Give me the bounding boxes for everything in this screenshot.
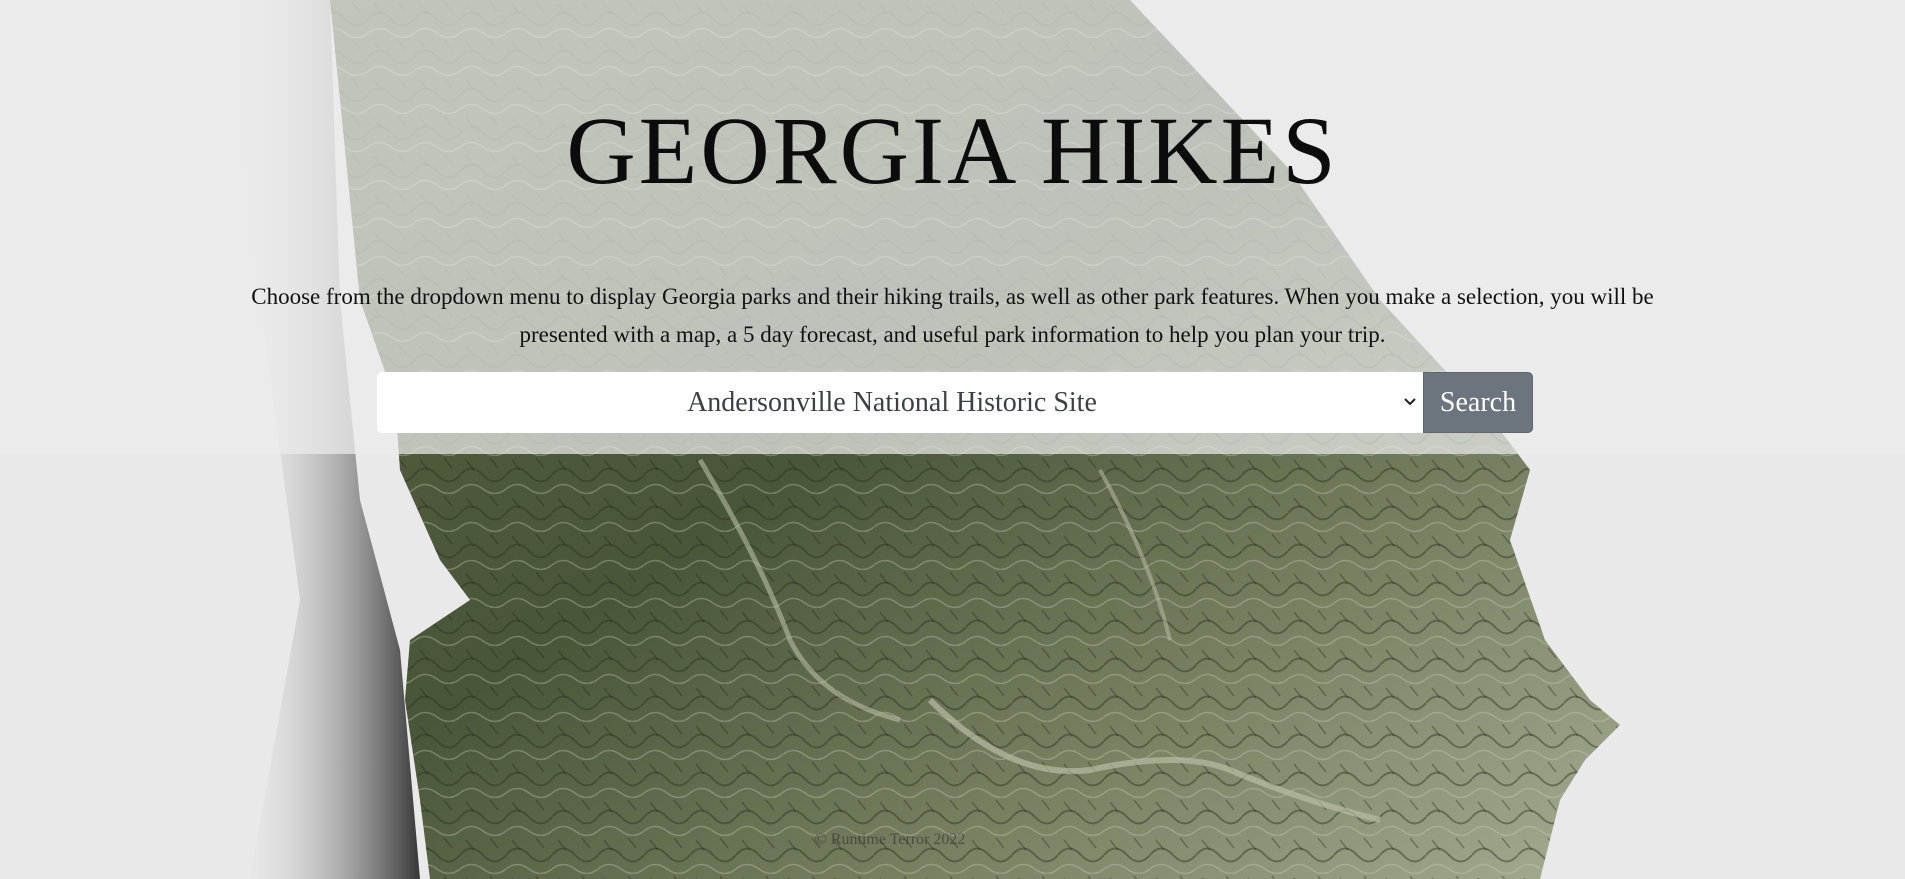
intro-text: Choose from the dropdown menu to display… <box>251 284 1654 347</box>
park-select-value: Andersonville National Historic Site <box>687 387 1097 418</box>
search-button[interactable]: Search <box>1423 372 1533 433</box>
page-title: GEORGIA HIKES <box>566 97 1339 204</box>
park-select[interactable]: Andersonville National Historic Site <box>377 372 1423 433</box>
search-form: Andersonville National Historic Site Sea… <box>377 372 1533 433</box>
chevron-down-icon <box>1404 398 1416 406</box>
footer-copyright: © Runtime Terror 2022 <box>814 831 966 848</box>
